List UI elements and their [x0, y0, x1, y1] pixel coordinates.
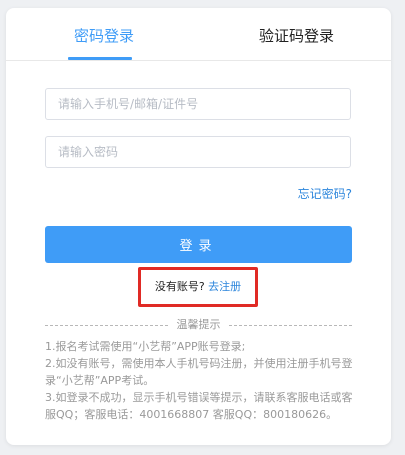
register-question: 没有账号? — [154, 280, 205, 293]
tips-body: 1.报名考试需使用“小艺帮”APP账号登录; 2.如没有账号，需使用本人手机号码… — [45, 338, 355, 423]
register-link[interactable]: 去注册 — [208, 280, 241, 293]
login-card: 密码登录 验证码登录 忘记密码? 登录 没有账号? 去注册 温馨提示 1.报名考… — [6, 8, 391, 445]
tip-line: 3.如登录不成功，显示手机号错误等提示，请联系客服电话或客服QQ；客服电话：40… — [45, 391, 353, 421]
tab-code-login[interactable]: 验证码登录 — [259, 26, 334, 46]
login-button[interactable]: 登录 — [45, 226, 352, 263]
tab-password-login[interactable]: 密码登录 — [74, 26, 134, 46]
login-tabs: 密码登录 验证码登录 — [6, 8, 391, 61]
tips-divider: 温馨提示 — [45, 318, 352, 332]
password-input[interactable] — [45, 136, 351, 168]
tip-line: 1.报名考试需使用“小艺帮”APP账号登录; — [45, 340, 246, 353]
forgot-password-link[interactable]: 忘记密码? — [298, 185, 352, 202]
divider-line-right — [229, 325, 352, 326]
account-input[interactable] — [45, 88, 351, 120]
tip-line: 2.如没有账号，需使用本人手机号码注册，并使用注册手机号登录“小艺帮”APP考试… — [45, 357, 353, 387]
active-tab-indicator — [68, 57, 132, 60]
register-prompt: 没有账号? 去注册 — [138, 267, 258, 307]
